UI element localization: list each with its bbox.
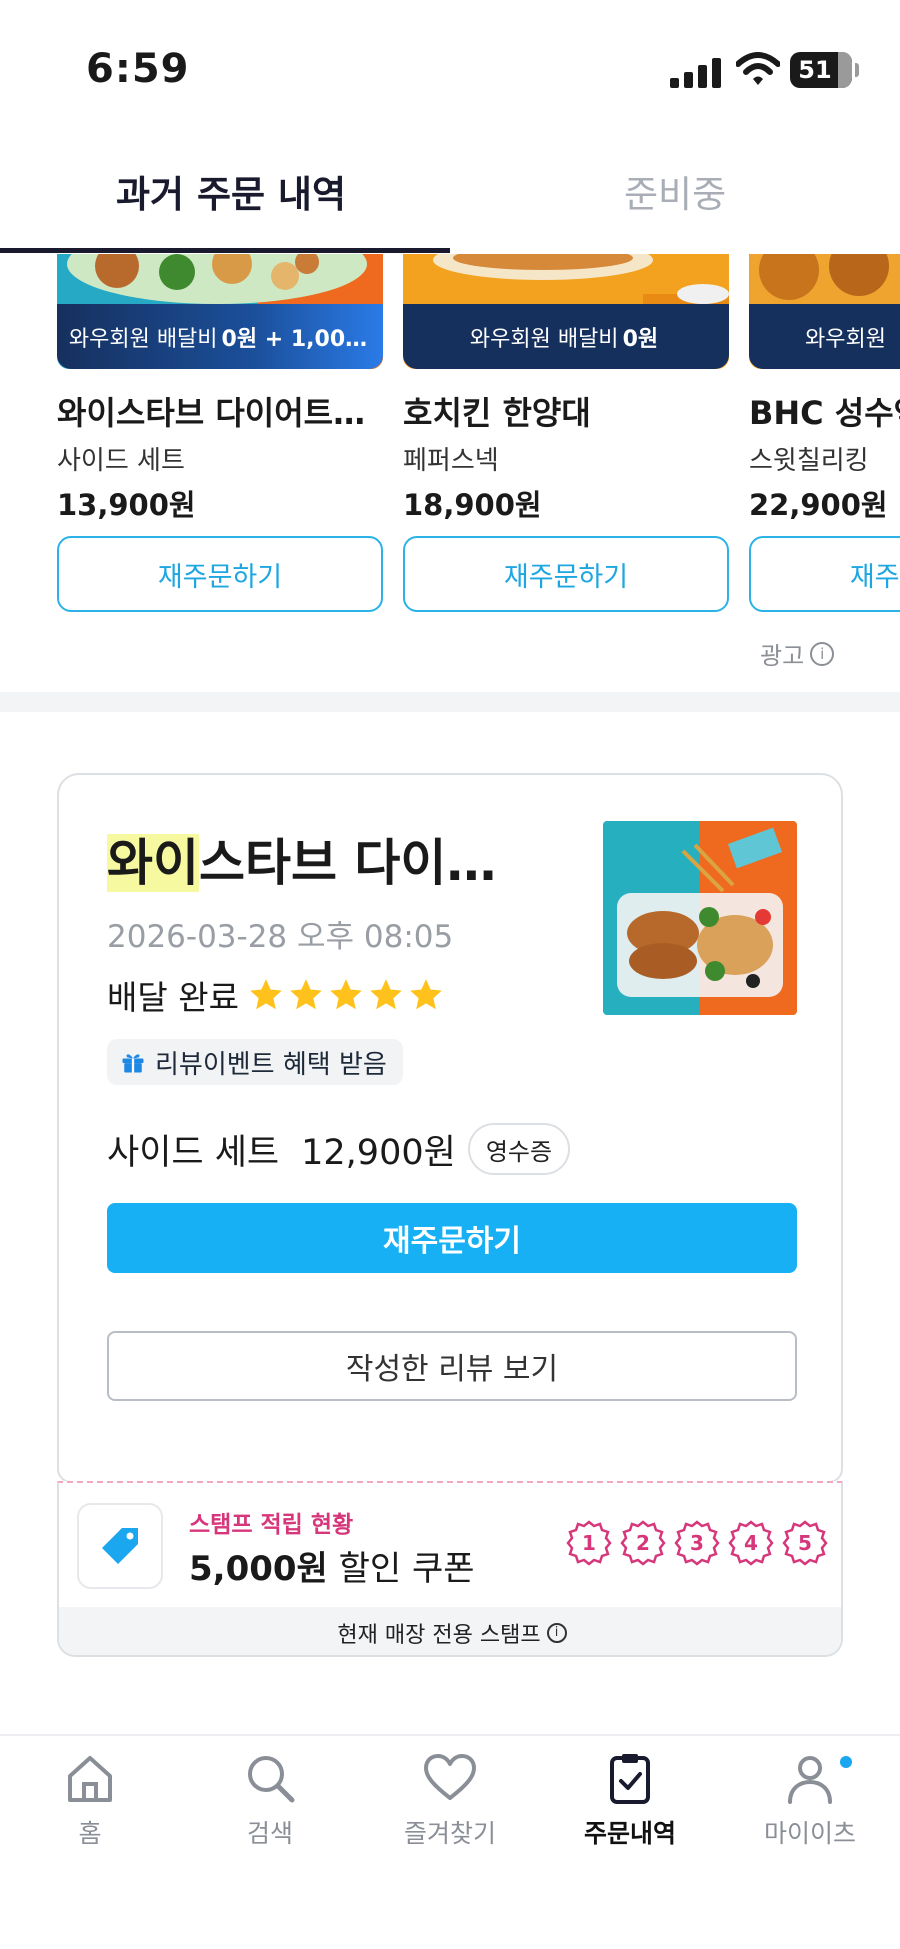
badge-prefix: 와우회원 bbox=[805, 326, 886, 352]
battery-icon: 51 bbox=[790, 52, 852, 88]
reorder-button[interactable]: 재주문하기 bbox=[403, 536, 729, 612]
battery-level: 51 bbox=[798, 56, 832, 84]
rec-menu-name: 사이드 세트 bbox=[57, 446, 185, 476]
svg-text:2: 2 bbox=[636, 1531, 650, 1555]
order-card[interactable]: 와이스타브 다이… 2026-03-28 오후 08:05 배달 완료 리뷰이벤… bbox=[57, 773, 843, 1483]
store-name-rest: 스타브 다이… bbox=[199, 834, 497, 892]
stamp-status-box[interactable]: 스탬프 적립 현황 5,000원 할인 쿠폰 1 2 3 4 5 현재 매장 전… bbox=[57, 1481, 843, 1657]
stamp-title: 스탬프 적립 현황 bbox=[189, 1512, 354, 1538]
star-icon bbox=[290, 979, 322, 1010]
order-summary: 사이드 세트 12,900원 영수증 bbox=[107, 1123, 571, 1175]
nav-my-eats[interactable]: 마이이츠 bbox=[730, 1750, 890, 1850]
coupon-icon-box bbox=[77, 1503, 163, 1589]
reorder-button[interactable]: 재주문하기 bbox=[57, 536, 383, 612]
view-review-button[interactable]: 작성한 리뷰 보기 bbox=[107, 1331, 797, 1401]
badge-prefix: 와우회원 배달비 bbox=[469, 326, 619, 352]
status-bar: 6:59 51 bbox=[0, 0, 900, 140]
wifi-icon bbox=[736, 52, 780, 85]
stamp-icon: 1 bbox=[566, 1520, 612, 1566]
info-icon: i bbox=[546, 1623, 567, 1643]
order-price: 12,900원 bbox=[301, 1132, 456, 1173]
coupon-amount: 5,000원 bbox=[189, 1549, 328, 1589]
stamp-icon: 3 bbox=[674, 1520, 720, 1566]
nav-orders[interactable]: 주문내역 bbox=[550, 1750, 710, 1850]
stamp-icon: 4 bbox=[728, 1520, 774, 1566]
receipt-button[interactable]: 영수증 bbox=[467, 1123, 571, 1175]
notification-dot bbox=[840, 1756, 852, 1768]
stamp-footer-text: 현재 매장 전용 스탬프 bbox=[337, 1623, 541, 1648]
bottom-navigation: 홈 검색 즐겨찾기 주문내역 마이이츠 bbox=[0, 1734, 900, 1949]
star-icon bbox=[370, 979, 402, 1010]
rec-price: 22,900원 bbox=[749, 488, 888, 522]
nav-label: 마이이츠 bbox=[763, 1819, 856, 1848]
membership-delivery-badge: 와우회원 배달비 0원 bbox=[403, 304, 729, 369]
order-tabs: 과거 주문 내역 준비중 bbox=[0, 140, 900, 254]
stamp-coupon: 5,000원 할인 쿠폰 bbox=[189, 1541, 475, 1590]
rec-menu-name: 페퍼스넥 bbox=[403, 446, 499, 476]
svg-text:5: 5 bbox=[798, 1531, 812, 1555]
order-food-image bbox=[603, 821, 797, 1015]
coupon-text: 할인 쿠폰 bbox=[327, 1549, 475, 1589]
badge-highlight: 0원 + 1,00… bbox=[221, 326, 368, 352]
rec-menu-name: 스윗칠리킹 bbox=[749, 446, 869, 476]
nav-label: 검색 bbox=[246, 1819, 293, 1848]
nav-label: 홈 bbox=[78, 1819, 102, 1848]
rec-store-name: BHC 성수역 bbox=[749, 394, 900, 432]
order-history-screen: { "status_bar": { "time": "6:59", "batte… bbox=[0, 0, 900, 1949]
reorder-button[interactable]: 재주문하기 bbox=[749, 536, 900, 612]
svg-text:1: 1 bbox=[582, 1531, 596, 1555]
badge-prefix: 와우회원 배달비 bbox=[68, 326, 218, 352]
delivery-status: 배달 완료 bbox=[107, 978, 239, 1017]
ad-text: 광고 bbox=[760, 642, 805, 670]
ad-label[interactable]: 광고 i bbox=[760, 636, 835, 671]
svg-text:4: 4 bbox=[744, 1531, 758, 1555]
search-icon bbox=[248, 1756, 295, 1803]
stamp-icon: 5 bbox=[782, 1520, 828, 1566]
order-item: 사이드 세트 bbox=[107, 1132, 280, 1173]
order-store-name[interactable]: 와이스타브 다이… bbox=[107, 823, 496, 895]
stamp-footer[interactable]: 현재 매장 전용 스탬프 i bbox=[59, 1607, 841, 1655]
star-icon bbox=[410, 979, 442, 1010]
membership-delivery-badge: 와우회원 bbox=[749, 304, 900, 369]
event-badge-text: 리뷰이벤트 혜택 받음 bbox=[155, 1049, 387, 1080]
stamp-icon: 2 bbox=[620, 1520, 666, 1566]
badge-highlight: 0원 bbox=[622, 326, 659, 352]
rating-stars bbox=[247, 976, 447, 1014]
star-icon bbox=[250, 979, 282, 1010]
svg-text:3: 3 bbox=[690, 1531, 704, 1555]
signal-icon bbox=[670, 58, 721, 88]
reorder-carousel[interactable]: 와우회원 배달비 0원 + 1,00… 와이스타브 다이어트… 사이드 세트 1… bbox=[0, 254, 900, 694]
nav-label: 즐겨찾기 bbox=[403, 1819, 496, 1848]
reorder-button-main[interactable]: 재주문하기 bbox=[107, 1203, 797, 1273]
section-divider bbox=[0, 692, 900, 712]
star-icon bbox=[330, 979, 362, 1010]
nav-label: 주문내역 bbox=[583, 1819, 676, 1848]
membership-delivery-badge: 와우회원 배달비 0원 + 1,00… bbox=[57, 304, 383, 369]
nav-home[interactable]: 홈 bbox=[10, 1750, 170, 1850]
rec-store-name: 와이스타브 다이어트… bbox=[57, 394, 366, 432]
person-icon bbox=[788, 1756, 832, 1804]
order-status-row: 배달 완료 bbox=[107, 971, 447, 1019]
home-icon bbox=[68, 1756, 112, 1802]
review-event-badge: 리뷰이벤트 혜택 받음 bbox=[107, 1039, 403, 1085]
rec-price: 13,900원 bbox=[57, 488, 196, 522]
tab-preparing[interactable]: 준비중 bbox=[624, 164, 726, 218]
rec-store-name: 호치킨 한양대 bbox=[403, 394, 591, 432]
coupon-tag-icon bbox=[102, 1528, 138, 1564]
rec-price: 18,900원 bbox=[403, 488, 542, 522]
active-tab-indicator bbox=[0, 248, 450, 253]
stamp-list: 1 2 3 4 5 bbox=[565, 1519, 829, 1567]
clipboard-check-icon bbox=[610, 1754, 650, 1804]
tab-past-orders[interactable]: 과거 주문 내역 bbox=[116, 164, 346, 218]
heart-icon bbox=[424, 1754, 476, 1800]
gift-icon bbox=[122, 1054, 144, 1073]
order-date: 2026-03-28 오후 08:05 bbox=[107, 919, 454, 955]
info-icon: i bbox=[810, 641, 835, 666]
nav-favorites[interactable]: 즐겨찾기 bbox=[370, 1750, 530, 1850]
nav-search[interactable]: 검색 bbox=[190, 1750, 350, 1850]
status-time: 6:59 bbox=[86, 46, 190, 92]
store-name-highlight: 와이 bbox=[107, 834, 199, 892]
